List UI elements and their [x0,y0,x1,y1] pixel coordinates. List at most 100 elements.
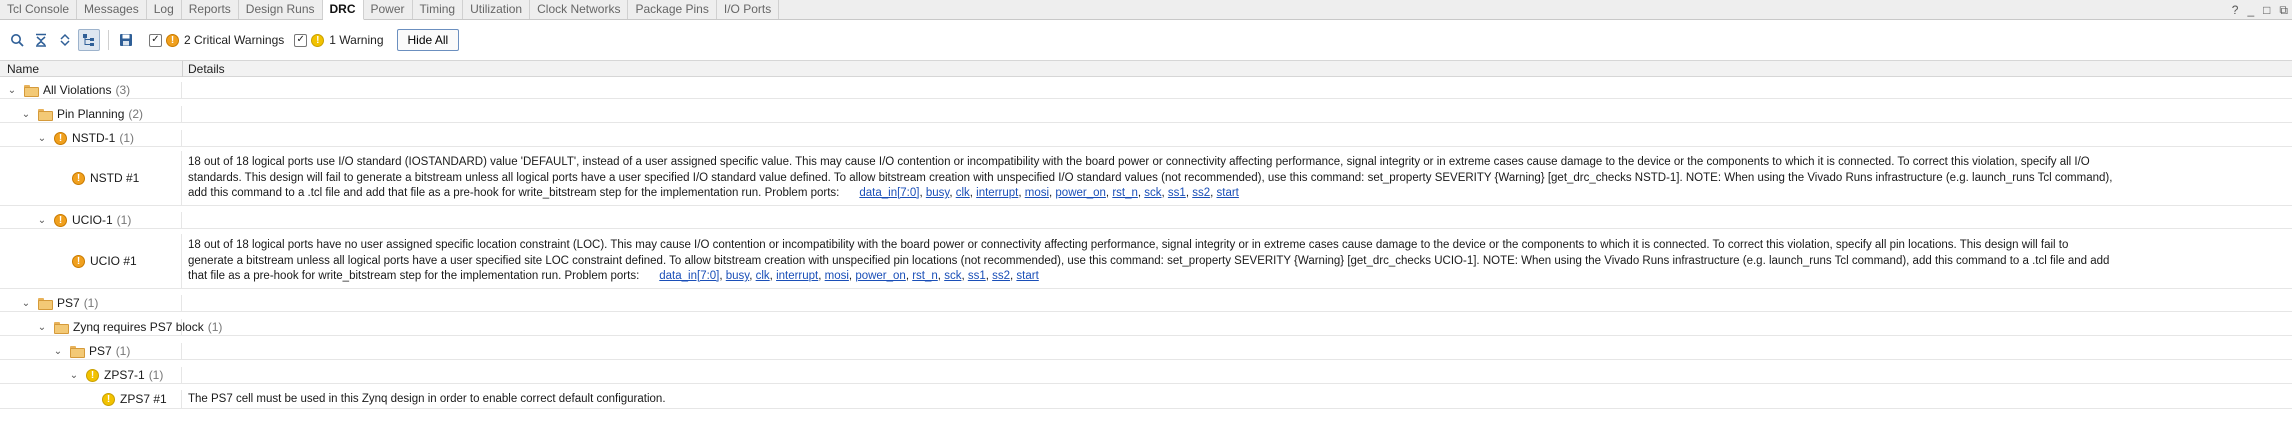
critical-warnings-filter[interactable]: ✓ ! 2 Critical Warnings [149,33,284,47]
violation-count: (1) [148,368,164,382]
tree-row-all-violations[interactable]: ⌄ All Violations (3) [0,82,2292,99]
group-hierarchy-icon[interactable] [78,29,100,51]
warning-icon: ! [311,33,325,47]
problem-port-link[interactable]: data_in[7:0] [659,270,719,282]
problem-port-link[interactable]: clk [756,270,770,282]
problem-port-link[interactable]: power_on [855,270,906,282]
tab-design-runs[interactable]: Design Runs [239,0,323,19]
folder-icon [24,85,39,97]
problem-port-link[interactable]: busy [726,270,749,282]
folder-icon [70,346,85,358]
chevron-down-icon[interactable]: ⌄ [36,215,48,226]
maximize-icon[interactable]: ⧉ [2279,3,2288,18]
tree-row-ucio-violation[interactable]: ! UCIO #1 18 out of 18 logical ports hav… [0,234,2292,289]
problem-port-link[interactable]: ss2 [1192,187,1210,199]
problem-port-link[interactable]: sck [1144,187,1161,199]
problem-port-link[interactable]: data_in[7:0] [859,187,919,199]
tab-drc[interactable]: DRC [322,0,364,20]
tree-row-zynq-requires-ps7[interactable]: ⌄ Zynq requires PS7 block (1) [0,319,2292,336]
tree-row-ucio-1[interactable]: ⌄ ! UCIO-1 (1) [0,212,2292,229]
restore-icon[interactable]: □ [2263,3,2270,17]
problem-port-link[interactable]: busy [926,187,949,199]
tree-label: ZPS7 #1 [120,392,167,406]
tree-row-zps7-1[interactable]: ⌄ ! ZPS7-1 (1) [0,367,2292,384]
tab-tcl-console[interactable]: Tcl Console [0,0,78,19]
tree-row-zps7-violation[interactable]: ! ZPS7 #1 The PS7 cell must be used in t… [0,390,2292,409]
search-icon[interactable] [6,29,28,51]
tree-label: NSTD #1 [90,171,140,185]
violation-details: 18 out of 18 logical ports use I/O stand… [188,156,2113,199]
folder-icon [54,322,69,334]
problem-port-link[interactable]: ss1 [968,270,986,282]
table-header: Name Details [0,60,2292,77]
warnings-checkbox[interactable]: ✓ [294,33,308,47]
problem-port-link[interactable]: ss1 [1168,187,1186,199]
problem-port-link[interactable]: start [1016,270,1038,282]
expand-all-icon[interactable] [54,29,76,51]
problem-port-link[interactable]: rst_n [912,270,938,282]
column-resize-handle[interactable] [182,61,183,77]
problem-port-link[interactable]: interrupt [776,270,818,282]
help-icon[interactable]: ? [2232,3,2239,17]
tab-utilization[interactable]: Utilization [463,0,531,19]
chevron-down-icon[interactable]: ⌄ [68,370,80,381]
tree-label: PS7 [57,296,80,310]
tree-row-nstd-violation[interactable]: ! NSTD #1 18 out of 18 logical ports use… [0,151,2292,206]
tree-label: All Violations [43,83,112,97]
tree-row-ps7-subgroup[interactable]: ⌄ PS7 (1) [0,343,2292,360]
critical-warning-icon: ! [166,33,179,47]
column-header-details[interactable]: Details [188,62,225,76]
problem-ports-list: data_in[7:0], busy, clk, interrupt, mosi… [659,270,1039,282]
tab-io-ports[interactable]: I/O Ports [717,0,780,19]
problem-ports-list: data_in[7:0], busy, clk, interrupt, mosi… [859,187,1239,199]
tab-log[interactable]: Log [147,0,182,19]
problem-port-link[interactable]: clk [956,187,970,199]
critical-warnings-checkbox[interactable]: ✓ [149,33,162,47]
chevron-down-icon[interactable]: ⌄ [20,298,32,309]
problem-port-link[interactable]: start [1217,187,1239,199]
warnings-filter[interactable]: ✓ ! 1 Warning [294,33,384,47]
tree-label: ZPS7-1 [104,368,145,382]
tree-label: NSTD-1 [72,131,116,145]
drc-toolbar: ✓ ! 2 Critical Warnings ✓ ! 1 Warning Hi… [0,22,2292,58]
critical-warning-icon: ! [72,171,85,185]
tree-label: PS7 [89,344,112,358]
problem-port-link[interactable]: power_on [1055,187,1106,199]
tab-reports[interactable]: Reports [182,0,239,19]
chevron-down-icon[interactable]: ⌄ [6,85,18,96]
tab-power[interactable]: Power [364,0,413,19]
collapse-all-icon[interactable] [30,29,52,51]
tab-messages[interactable]: Messages [77,0,147,19]
folder-icon [38,109,53,121]
hide-all-button[interactable]: Hide All [396,29,460,51]
tab-package-pins[interactable]: Package Pins [628,0,717,19]
tree-row-nstd-1[interactable]: ⌄ ! NSTD-1 (1) [0,130,2292,147]
problem-port-link[interactable]: sck [944,270,961,282]
tree-row-ps7[interactable]: ⌄ PS7 (1) [0,295,2292,312]
tree-label: Pin Planning [57,107,125,121]
violation-details: The PS7 cell must be used in this Zynq d… [188,393,666,405]
save-icon[interactable] [115,29,137,51]
tree-row-pin-planning[interactable]: ⌄ Pin Planning (2) [0,106,2292,123]
column-header-name[interactable]: Name [7,62,39,76]
chevron-down-icon[interactable]: ⌄ [52,346,64,357]
minimize-icon[interactable]: _ [2247,3,2254,17]
problem-port-link[interactable]: rst_n [1112,187,1138,199]
problem-port-link[interactable]: mosi [825,270,849,282]
chevron-down-icon[interactable]: ⌄ [36,322,48,333]
violation-count: (2) [128,107,144,121]
violation-count: (1) [207,320,223,334]
warning-icon: ! [102,392,115,406]
chevron-down-icon[interactable]: ⌄ [36,133,48,144]
warnings-label: 1 Warning [329,33,384,47]
toolbar-separator [108,30,109,50]
violation-count: (1) [119,131,135,145]
problem-port-link[interactable]: ss2 [992,270,1010,282]
problem-port-link[interactable]: interrupt [976,187,1018,199]
tab-clock-networks[interactable]: Clock Networks [530,0,629,19]
problem-port-link[interactable]: mosi [1025,187,1049,199]
violation-count: (3) [115,83,131,97]
chevron-down-icon[interactable]: ⌄ [20,109,32,120]
tab-timing[interactable]: Timing [413,0,464,19]
critical-warning-icon: ! [54,131,67,145]
